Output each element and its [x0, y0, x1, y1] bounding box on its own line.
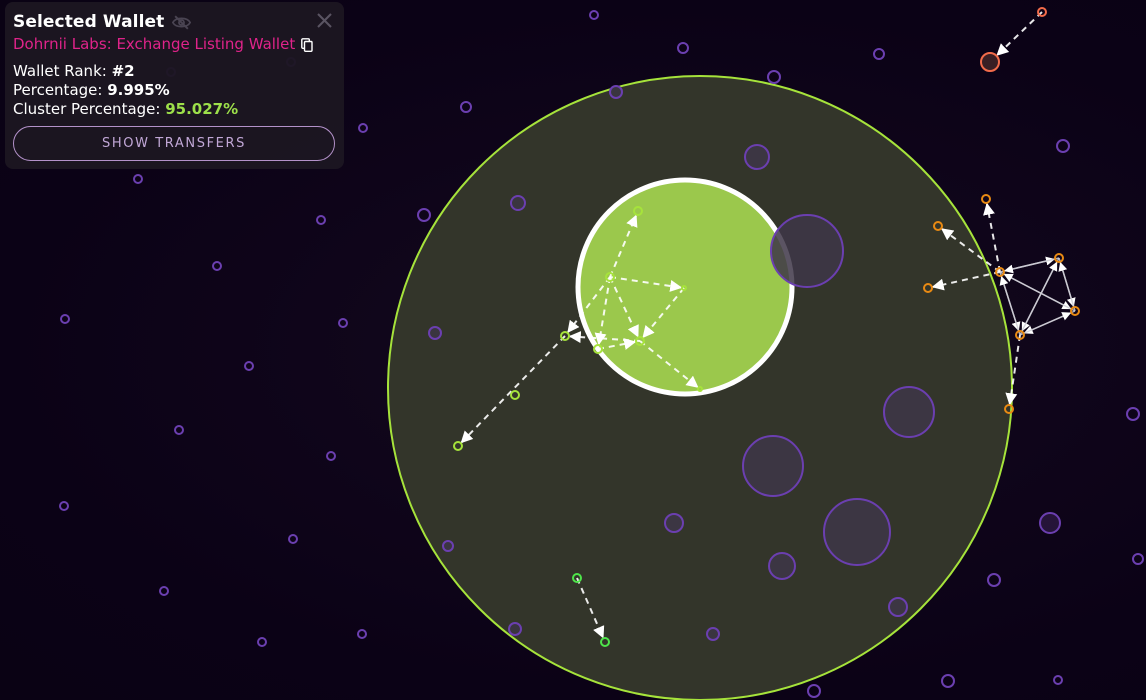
wallet-node-w9[interactable] — [744, 144, 770, 170]
wallet-node-w4[interactable] — [767, 70, 781, 84]
eye-off-icon[interactable] — [172, 14, 192, 30]
cluster-percentage-label: Cluster Percentage: — [13, 100, 166, 118]
copy-icon[interactable] — [301, 37, 313, 53]
orange-group-node-o1[interactable] — [981, 194, 991, 204]
wallet-stats: Wallet Rank: #2 Percentage: 9.995% Clust… — [13, 62, 336, 119]
wallet-rank-value: #2 — [111, 62, 135, 80]
wallet-node-w18[interactable] — [428, 326, 442, 340]
wallet-node-w31[interactable] — [768, 552, 796, 580]
cluster-percentage-value: 95.027% — [165, 100, 239, 118]
wallet-node-w5[interactable] — [609, 85, 623, 99]
wallet-node-w37[interactable] — [706, 627, 720, 641]
wallet-node-w36[interactable] — [508, 622, 522, 636]
wallet-node-w25[interactable] — [59, 501, 69, 511]
close-icon[interactable] — [317, 13, 332, 28]
wallet-node-w15[interactable] — [212, 261, 222, 271]
wallet-rank-row: Wallet Rank: #2 — [13, 62, 336, 81]
wallet-node-w30[interactable] — [442, 540, 454, 552]
wallet-node-w34[interactable] — [159, 586, 169, 596]
red-group-node-r2[interactable] — [980, 52, 1000, 72]
percentage-value: 9.995% — [107, 81, 170, 99]
wallet-node-w39[interactable] — [257, 637, 267, 647]
wallet-node-w14[interactable] — [770, 214, 844, 288]
wallet-node-w13[interactable] — [316, 215, 326, 225]
wallet-node-w20[interactable] — [883, 386, 935, 438]
wallet-node-w19[interactable] — [244, 361, 254, 371]
cluster-percentage-row: Cluster Percentage: 95.027% — [13, 100, 336, 119]
wallet-node-w7[interactable] — [358, 123, 368, 133]
wallet-node-w41[interactable] — [1053, 675, 1063, 685]
wallet-node-w28[interactable] — [1039, 512, 1061, 534]
wallet-node-w32[interactable] — [1132, 553, 1144, 565]
wallet-node-w17[interactable] — [338, 318, 348, 328]
wallet-node-w29[interactable] — [288, 534, 298, 544]
wallet-rank-label: Wallet Rank: — [13, 62, 112, 80]
wallet-node-w2[interactable] — [677, 42, 689, 54]
percentage-label: Percentage: — [13, 81, 108, 99]
wallet-node-w12[interactable] — [417, 208, 431, 222]
wallet-node-w16[interactable] — [60, 314, 70, 324]
wallet-node-w22[interactable] — [174, 425, 184, 435]
wallet-node-w1[interactable] — [589, 10, 599, 20]
transfer-link-r1-r2 — [996, 11, 1043, 56]
wallet-node-w11[interactable] — [510, 195, 526, 211]
selected-wallet-panel: Selected Wallet Dohrnii Labs: Exchange L… — [5, 2, 344, 169]
wallet-node-w42[interactable] — [807, 684, 821, 698]
wallet-node-w35[interactable] — [888, 597, 908, 617]
wallet-node-w40[interactable] — [941, 674, 955, 688]
wallet-node-w3[interactable] — [873, 48, 885, 60]
wallet-node-w38[interactable] — [357, 629, 367, 639]
wallet-node-w27[interactable] — [664, 513, 684, 533]
percentage-row: Percentage: 9.995% — [13, 81, 336, 100]
wallet-name-link[interactable]: Dohrnii Labs: Exchange Listing Wallet — [13, 35, 295, 53]
panel-title: Selected Wallet — [13, 12, 165, 32]
transfer-link-o7-o6 — [1019, 312, 1072, 336]
wallet-node-w6[interactable] — [460, 101, 472, 113]
transfer-link-o4-o3 — [1003, 257, 1060, 274]
transfer-link-o3-o1 — [983, 202, 1001, 273]
wallet-node-w24[interactable] — [742, 435, 804, 497]
wallet-node-w21[interactable] — [1126, 407, 1140, 421]
wallet-name-row: Dohrnii Labs: Exchange Listing Wallet — [13, 34, 336, 54]
show-transfers-button[interactable]: SHOW TRANSFERS — [13, 126, 335, 161]
wallet-node-w26[interactable] — [823, 498, 891, 566]
wallet-node-w23[interactable] — [326, 451, 336, 461]
wallet-node-w33[interactable] — [987, 573, 1001, 587]
wallet-node-w8[interactable] — [1056, 139, 1070, 153]
wallet-node-w10[interactable] — [133, 174, 143, 184]
panel-header: Selected Wallet — [13, 11, 336, 33]
transfer-link-o6-o3 — [1003, 273, 1076, 312]
